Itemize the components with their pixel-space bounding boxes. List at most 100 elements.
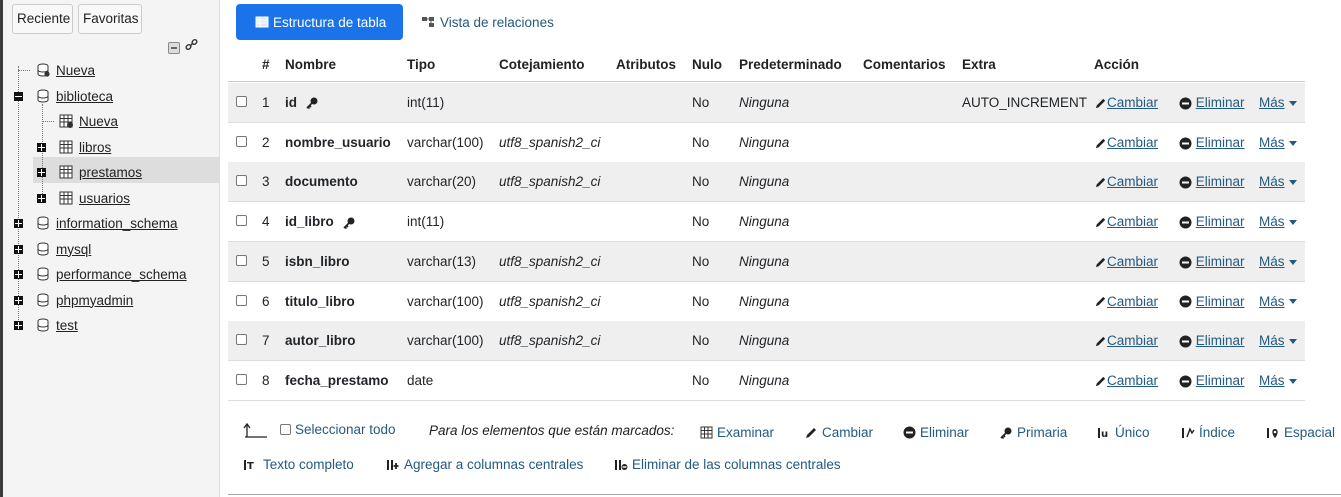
row-number: 4 [262, 214, 270, 230]
add-central-columns-label: Agregar a columnas centrales [404, 457, 584, 472]
more-actions-dropdown[interactable]: Más [1259, 373, 1297, 388]
table-structure-label: Estructura de tabla [273, 14, 387, 30]
tree-db-biblioteca[interactable]: biblioteca [36, 85, 113, 107]
expand-icon[interactable] [37, 168, 46, 177]
column-type: int(11) [407, 214, 445, 230]
delete-column-button[interactable]: Eliminar [1179, 333, 1245, 348]
tree-table-prestamos[interactable]: prestamos [59, 161, 142, 183]
remove-central-columns-button[interactable]: Eliminar de las columnas centrales [614, 457, 841, 472]
change-column-button[interactable]: Cambiar [1094, 135, 1158, 150]
browse-selected-button[interactable]: Examinar [700, 425, 774, 440]
header-col-null: Nulo [692, 57, 722, 72]
change-selected-button[interactable]: Cambiar [804, 425, 873, 440]
tree-db-test[interactable]: test [36, 314, 78, 336]
more-actions-dropdown[interactable]: Más [1259, 294, 1297, 309]
link-icon[interactable] [185, 38, 198, 54]
column-default: Ninguna [739, 253, 790, 269]
expand-icon[interactable] [14, 245, 23, 254]
delete-label: Eliminar [1195, 333, 1245, 349]
row-checkbox[interactable] [236, 96, 247, 107]
change-column-button[interactable]: Cambiar [1094, 333, 1158, 348]
pencil-icon [1095, 297, 1106, 307]
expand-icon[interactable] [14, 270, 23, 279]
expand-icon[interactable] [37, 194, 46, 203]
tree-db-performance-schema[interactable]: performance_schema [36, 263, 187, 285]
row-checkbox[interactable] [236, 294, 247, 306]
tree-table-libros[interactable]: libros [59, 136, 111, 158]
row-checkbox[interactable] [236, 215, 247, 227]
unique-selected-button[interactable]: u Único [1097, 425, 1150, 440]
row-checkbox[interactable] [236, 334, 247, 346]
delete-column-button[interactable]: Eliminar [1179, 254, 1245, 269]
column-name-text: autor_libro [285, 333, 356, 349]
tree-table-usuarios[interactable]: usuarios [59, 187, 130, 209]
delete-column-button[interactable]: Eliminar [1179, 95, 1245, 110]
delete-selected-button[interactable]: Eliminar [903, 425, 969, 440]
expand-icon[interactable] [14, 321, 23, 330]
tree-db-information-schema[interactable]: information_schema [36, 212, 178, 234]
change-label: Cambiar [1107, 253, 1159, 269]
table-structure-button[interactable]: Estructura de tabla [236, 4, 403, 40]
column-type: varchar(100) [407, 333, 484, 349]
delete-column-button[interactable]: Eliminar [1179, 373, 1245, 388]
delete-column-button[interactable]: Eliminar [1179, 135, 1245, 150]
more-actions-dropdown[interactable]: Más [1259, 254, 1297, 269]
delete-selected-label: Eliminar [920, 425, 969, 440]
expand-icon[interactable] [37, 143, 46, 152]
more-actions-dropdown[interactable]: Más [1259, 95, 1297, 110]
more-actions-dropdown[interactable]: Más [1259, 135, 1297, 150]
change-column-button[interactable]: Cambiar [1094, 373, 1158, 388]
row-checkbox[interactable] [236, 373, 247, 385]
more-actions-dropdown[interactable]: Más [1259, 214, 1297, 229]
relations-view-button[interactable]: Vista de relaciones [421, 4, 554, 40]
tree-db-phpmyadmin[interactable]: phpmyadmin [36, 289, 133, 311]
database-icon [37, 216, 49, 230]
tree-new-table[interactable]: Nueva [59, 110, 118, 132]
table-icon [59, 191, 73, 205]
row-checkbox[interactable] [236, 254, 247, 266]
collapse-all-icon[interactable] [168, 42, 180, 54]
tree-db-mysql[interactable]: mysql [36, 238, 91, 260]
add-central-columns-button[interactable]: Agregar a columnas centrales [386, 457, 583, 472]
more-actions-dropdown[interactable]: Más [1259, 333, 1297, 348]
expand-icon[interactable] [14, 219, 23, 228]
fulltext-selected-label: Texto completo [263, 457, 354, 472]
change-column-button[interactable]: Cambiar [1094, 254, 1158, 269]
row-number: 5 [262, 253, 270, 269]
delete-column-button[interactable]: Eliminar [1179, 294, 1245, 309]
change-column-button[interactable]: Cambiar [1094, 294, 1158, 309]
tree-item-label: biblioteca [56, 88, 114, 104]
select-all-checkbox-group[interactable]: Seleccionar todo [280, 422, 396, 437]
header-col-type: Tipo [407, 57, 436, 72]
fulltext-selected-button[interactable]: T Texto completo [243, 457, 354, 472]
relations-view-label: Vista de relaciones [440, 14, 554, 30]
select-all-label[interactable]: Seleccionar todo [295, 422, 396, 437]
delete-column-button[interactable]: Eliminar [1179, 174, 1245, 189]
tree-new-database[interactable]: Nueva [36, 59, 95, 81]
column-null: No [692, 293, 710, 309]
spatial-selected-label: Espacial [1284, 425, 1336, 440]
collapse-icon[interactable] [14, 92, 23, 101]
row-checkbox[interactable] [236, 135, 247, 147]
column-default: Ninguna [739, 333, 790, 349]
change-column-button[interactable]: Cambiar [1094, 95, 1158, 110]
more-label: Más [1259, 214, 1285, 230]
change-column-button[interactable]: Cambiar [1094, 214, 1158, 229]
expand-icon[interactable] [14, 296, 23, 305]
pencil-icon [1095, 98, 1106, 109]
row-checkbox[interactable] [236, 175, 247, 187]
tree-item-label: performance_schema [56, 266, 187, 282]
chevron-down-icon [1288, 220, 1297, 226]
index-selected-button[interactable]: Índice [1181, 425, 1235, 440]
tree-item-label: phpmyadmin [56, 292, 134, 308]
select-all-checkbox[interactable] [280, 424, 291, 435]
more-actions-dropdown[interactable]: Más [1259, 174, 1297, 189]
recent-tab[interactable]: Reciente [12, 4, 73, 34]
change-column-button[interactable]: Cambiar [1094, 174, 1158, 189]
favorites-tab[interactable]: Favoritas [78, 4, 142, 34]
relations-icon [422, 17, 434, 27]
spatial-selected-button[interactable]: Espacial [1266, 425, 1335, 440]
primary-selected-button[interactable]: Primaria [999, 425, 1067, 440]
delete-column-button[interactable]: Eliminar [1179, 214, 1245, 229]
tree-item-label: usuarios [79, 190, 131, 206]
